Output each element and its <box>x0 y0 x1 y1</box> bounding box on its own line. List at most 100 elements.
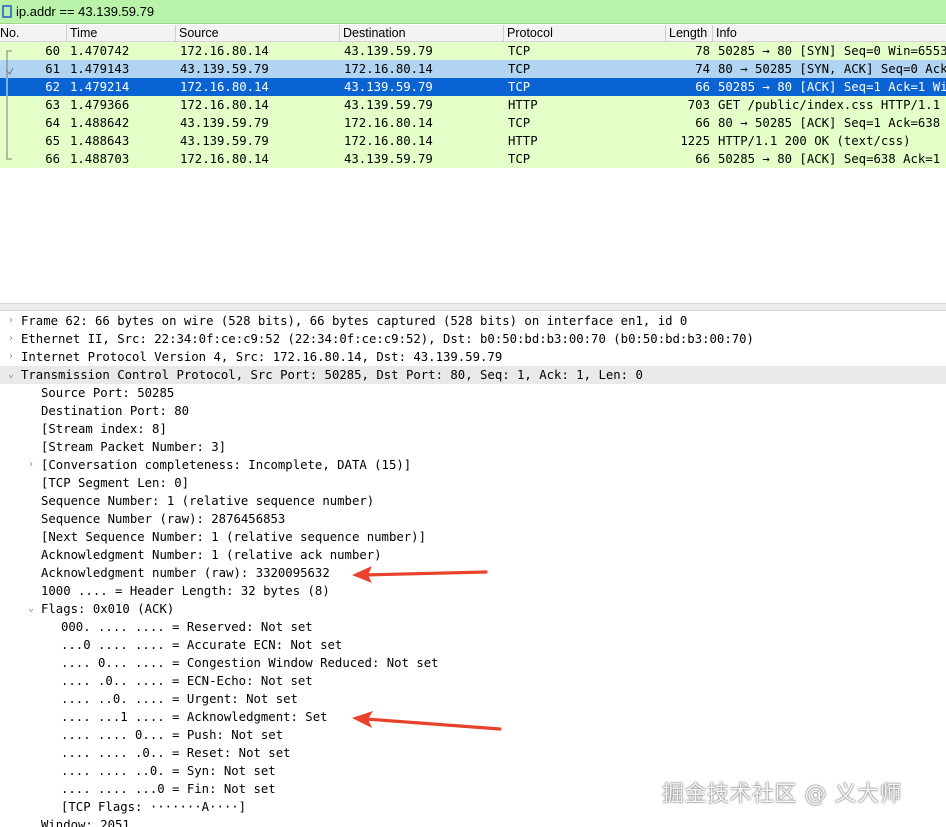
detail-tree-item[interactable]: .... .... 0... = Push: Not set <box>0 726 946 744</box>
packet-cell-src: 43.139.59.79 <box>180 134 269 148</box>
detail-tree-item[interactable]: ...0 .... .... = Accurate ECN: Not set <box>0 636 946 654</box>
packet-row[interactable]: 61 1.479143 43.139.59.79 172.16.80.14 TCP 74 8… <box>0 60 946 78</box>
detail-tree-item[interactable]: Source Port: 50285 <box>0 384 946 402</box>
detail-tree-text: Window: 2051 <box>41 818 130 827</box>
detail-tree-text: .... .... 0... = Push: Not set <box>61 728 284 742</box>
packet-cell-proto: TCP <box>508 116 531 130</box>
packet-cell-dst: 172.16.80.14 <box>344 134 433 148</box>
detail-tree-item[interactable]: .... ...1 .... = Acknowledgment: Set <box>0 708 946 726</box>
packet-row[interactable]: 63 1.479366 172.16.80.14 43.139.59.79 HTTP 70… <box>0 96 946 114</box>
detail-tree-item[interactable]: › Frame 62: 66 bytes on wire (528 bits), … <box>0 312 946 330</box>
detail-tree-item[interactable]: › [Conversation completeness: Incomplete,… <box>0 456 946 474</box>
detail-tree-item[interactable]: .... 0... .... = Congestion Window Reduc… <box>0 654 946 672</box>
chevron-down-icon[interactable]: ⌄ <box>5 366 17 384</box>
conversation-bracket-icon <box>6 132 8 150</box>
conversation-bracket-icon <box>6 96 8 114</box>
detail-tree-item[interactable]: Sequence Number: 1 (relative sequence nu… <box>0 492 946 510</box>
packet-row[interactable]: 64 1.488642 43.139.59.79 172.16.80.14 TCP 66 8… <box>0 114 946 132</box>
detail-tree-text: .... .0.. .... = ECN-Echo: Not set <box>61 674 313 688</box>
column-header-time[interactable]: Time <box>66 25 175 42</box>
detail-tree-item[interactable]: Acknowledgment number (raw): 3320095632 <box>0 564 946 582</box>
packet-cell-time: 1.488642 <box>70 116 130 130</box>
detail-tree-item[interactable]: 000. .... .... = Reserved: Not set <box>0 618 946 636</box>
packet-cell-info: 80 → 50285 [SYN, ACK] Seq=0 Ack=1 <box>718 62 946 76</box>
detail-tree-item[interactable]: › Ethernet II, Src: 22:34:0f:ce:c9:52 (22… <box>0 330 946 348</box>
column-header-no[interactable]: No. <box>0 25 66 42</box>
packet-cell-src: 43.139.59.79 <box>180 62 269 76</box>
packet-cell-src: 172.16.80.14 <box>180 44 269 58</box>
detail-tree-item[interactable]: Acknowledgment Number: 1 (relative ack n… <box>0 546 946 564</box>
detail-tree-text: .... .... .0.. = Reset: Not set <box>61 746 291 760</box>
detail-tree-item[interactable]: Sequence Number (raw): 2876456853 <box>0 510 946 528</box>
detail-tree-item[interactable]: [Stream Packet Number: 3] <box>0 438 946 456</box>
packet-row[interactable]: 62 1.479214 172.16.80.14 43.139.59.79 TCP 66 5… <box>0 78 946 96</box>
packet-cell-info: 80 → 50285 [ACK] Seq=1 Ack=638 <box>718 116 941 130</box>
detail-tree-item[interactable]: [Next Sequence Number: 1 (relative seque… <box>0 528 946 546</box>
conversation-bracket-icon <box>6 150 12 160</box>
display-filter-bar[interactable]: ip.addr == 43.139.59.79 <box>0 0 946 24</box>
detail-tree-item[interactable]: .... ..0. .... = Urgent: Not set <box>0 690 946 708</box>
chevron-right-icon[interactable]: › <box>5 312 17 330</box>
pane-splitter[interactable] <box>0 303 946 311</box>
conversation-bracket-icon <box>6 114 8 132</box>
detail-tree-item[interactable]: 1000 .... = Header Length: 32 bytes (8) <box>0 582 946 600</box>
detail-tree-text: Acknowledgment number (raw): 3320095632 <box>41 566 330 580</box>
detail-tree-text: [TCP Flags: ·······A····] <box>61 800 247 814</box>
packet-cell-time: 1.488703 <box>70 152 130 166</box>
detail-tree-item[interactable]: Destination Port: 80 <box>0 402 946 420</box>
detail-tree-item[interactable]: ⌄ Flags: 0x010 (ACK) <box>0 600 946 618</box>
conversation-bracket-icon <box>6 50 12 60</box>
detail-tree-text: Frame 62: 66 bytes on wire (528 bits), 6… <box>21 314 688 328</box>
chevron-right-icon[interactable]: › <box>25 456 37 474</box>
detail-tree-text: Sequence Number: 1 (relative sequence nu… <box>41 494 375 508</box>
packet-cell-len: 74 <box>695 62 710 76</box>
packet-row[interactable]: 65 1.488643 43.139.59.79 172.16.80.14 HTTP 12… <box>0 132 946 150</box>
column-header-protocol[interactable]: Protocol <box>503 25 665 42</box>
detail-tree-item[interactable]: .... .0.. .... = ECN-Echo: Not set <box>0 672 946 690</box>
packet-cell-dst: 43.139.59.79 <box>344 80 433 94</box>
column-header-length[interactable]: Length <box>665 25 712 42</box>
detail-tree-text: .... 0... .... = Congestion Window Reduc… <box>61 656 439 670</box>
detail-tree-text: .... ..0. .... = Urgent: Not set <box>61 692 298 706</box>
packet-details-tree: › Frame 62: 66 bytes on wire (528 bits), … <box>0 312 946 827</box>
packet-cell-dst: 43.139.59.79 <box>344 44 433 58</box>
detail-tree-text: [TCP Segment Len: 0] <box>41 476 190 490</box>
column-header-source[interactable]: Source <box>175 25 339 42</box>
display-filter-input[interactable]: ip.addr == 43.139.59.79 <box>16 4 154 19</box>
packet-cell-time: 1.470742 <box>70 44 130 58</box>
packet-cell-len: 66 <box>695 152 710 166</box>
detail-tree-text: [Conversation completeness: Incomplete, … <box>41 458 412 472</box>
detail-tree-item[interactable]: Window: 2051 <box>0 816 946 827</box>
packet-cell-len: 1225 <box>680 134 710 148</box>
packet-cell-time: 1.488643 <box>70 134 130 148</box>
detail-tree-item[interactable]: [Stream index: 8] <box>0 420 946 438</box>
packet-row[interactable]: 66 1.488703 172.16.80.14 43.139.59.79 TCP 66 5… <box>0 150 946 168</box>
detail-tree-text: 1000 .... = Header Length: 32 bytes (8) <box>41 584 330 598</box>
bookmark-icon[interactable] <box>2 5 12 18</box>
detail-tree-item[interactable]: .... .... .0.. = Reset: Not set <box>0 744 946 762</box>
packet-cell-info: 50285 → 80 [ACK] Seq=638 Ack=1 <box>718 152 941 166</box>
chevron-down-icon[interactable]: ⌄ <box>25 600 37 618</box>
packet-cell-dst: 172.16.80.14 <box>344 62 433 76</box>
packet-cell-len: 66 <box>695 80 710 94</box>
column-header-info[interactable]: Info <box>712 25 946 42</box>
detail-tree-text: Flags: 0x010 (ACK) <box>41 602 175 616</box>
packet-cell-len: 78 <box>695 44 710 58</box>
detail-tree-text: Acknowledgment Number: 1 (relative ack n… <box>41 548 382 562</box>
detail-tree-text: Source Port: 50285 <box>41 386 175 400</box>
packet-cell-src: 43.139.59.79 <box>180 116 269 130</box>
detail-tree-text: Destination Port: 80 <box>41 404 190 418</box>
packet-row[interactable]: 60 1.470742 172.16.80.14 43.139.59.79 TCP 78 5… <box>0 42 946 60</box>
detail-tree-item[interactable]: [TCP Segment Len: 0] <box>0 474 946 492</box>
detail-tree-item[interactable]: › Internet Protocol Version 4, Src: 172.1… <box>0 348 946 366</box>
chevron-right-icon[interactable]: › <box>5 330 17 348</box>
packet-list: 60 1.470742 172.16.80.14 43.139.59.79 TCP 78 5… <box>0 42 946 168</box>
column-header-destination[interactable]: Destination <box>339 25 503 42</box>
packet-cell-time: 1.479143 <box>70 62 130 76</box>
packet-cell-dst: 43.139.59.79 <box>344 152 433 166</box>
packet-cell-dst: 172.16.80.14 <box>344 116 433 130</box>
packet-cell-proto: TCP <box>508 152 531 166</box>
detail-tree-item[interactable]: ⌄ Transmission Control Protocol, Src Port… <box>0 366 946 384</box>
chevron-right-icon[interactable]: › <box>5 348 17 366</box>
detail-tree-text: .... .... ...0 = Fin: Not set <box>61 782 276 796</box>
